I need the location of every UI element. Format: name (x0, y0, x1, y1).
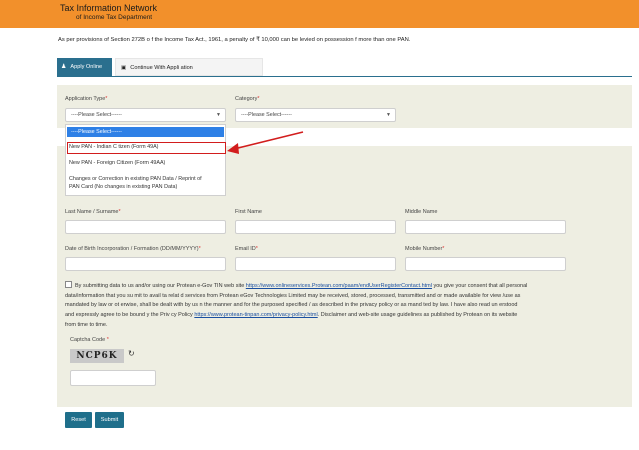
first-name-label: First Name (235, 209, 262, 215)
contact-link[interactable]: https://www.onlineservices.Protean.com/p… (246, 283, 432, 289)
privacy-policy-link[interactable]: https://www.protean-tinpan.com/privacy-p… (194, 312, 317, 318)
email-label: Email ID* (235, 246, 258, 252)
document-icon: ▣ (121, 65, 127, 71)
captcha-image: NCP6K (70, 349, 124, 363)
chevron-down-icon: ▼ (386, 112, 391, 118)
annotation-highlight-box (67, 142, 226, 154)
submit-button[interactable]: Submit (95, 412, 124, 428)
mobile-label: Mobile Number* (405, 246, 445, 252)
header-subtitle: of Income Tax Department (76, 14, 153, 21)
first-name-input[interactable] (235, 220, 396, 234)
email-input[interactable] (235, 257, 396, 271)
application-type-value: ----Please Select------ (71, 112, 122, 118)
penalty-notice: As per provisions of Section 272B o f th… (58, 37, 411, 43)
consent-checkbox[interactable] (65, 281, 72, 288)
application-type-select[interactable]: ----Please Select------ ▼ (65, 108, 226, 122)
middle-name-label: Middle Name (405, 209, 438, 215)
category-label: Category* (235, 96, 260, 102)
application-type-label: Application Type* (65, 96, 108, 102)
tab-underline (57, 76, 632, 77)
dropdown-option[interactable]: PAN Card (No changes in existing PAN Dat… (69, 184, 177, 190)
category-select[interactable]: ----Please Select------ ▼ (235, 108, 396, 122)
chevron-down-icon: ▼ (216, 112, 221, 118)
tab-apply-online-label: Apply Online (70, 64, 103, 70)
tab-apply-online[interactable]: ♟ Apply Online (57, 58, 112, 76)
consent-text: By submitting data to us and/or using ou… (65, 281, 528, 328)
site-header: Tax Information Network of Income Tax De… (0, 0, 639, 28)
user-plus-icon: ♟ (61, 64, 67, 70)
dropdown-option[interactable]: ----Please Select------ (67, 127, 224, 137)
header-title: Tax Information Network (60, 3, 158, 13)
captcha-label: Captcha Code * (70, 337, 109, 343)
dropdown-option[interactable]: Changes or Correction in existing PAN Da… (69, 176, 202, 182)
dob-input[interactable] (65, 257, 226, 271)
dob-label: Date of Birth Incorporation / Formation … (65, 246, 201, 252)
tab-continue-application[interactable]: ▣ Continue With Appli ation (115, 58, 263, 76)
application-type-dropdown: ----Please Select------ New PAN - Indian… (65, 124, 226, 196)
dropdown-option[interactable]: New PAN - Foreign Citizen (Form 49AA) (69, 160, 165, 166)
captcha-input[interactable] (70, 370, 156, 386)
category-value: ----Please Select------ (241, 112, 292, 118)
refresh-icon[interactable]: ↻ (128, 349, 135, 358)
last-name-label: Last Name / Surname* (65, 209, 121, 215)
middle-name-input[interactable] (405, 220, 566, 234)
mobile-input[interactable] (405, 257, 566, 271)
reset-button[interactable]: Reset (65, 412, 92, 428)
last-name-input[interactable] (65, 220, 226, 234)
tab-continue-label: Continue With Appli ation (130, 65, 193, 71)
